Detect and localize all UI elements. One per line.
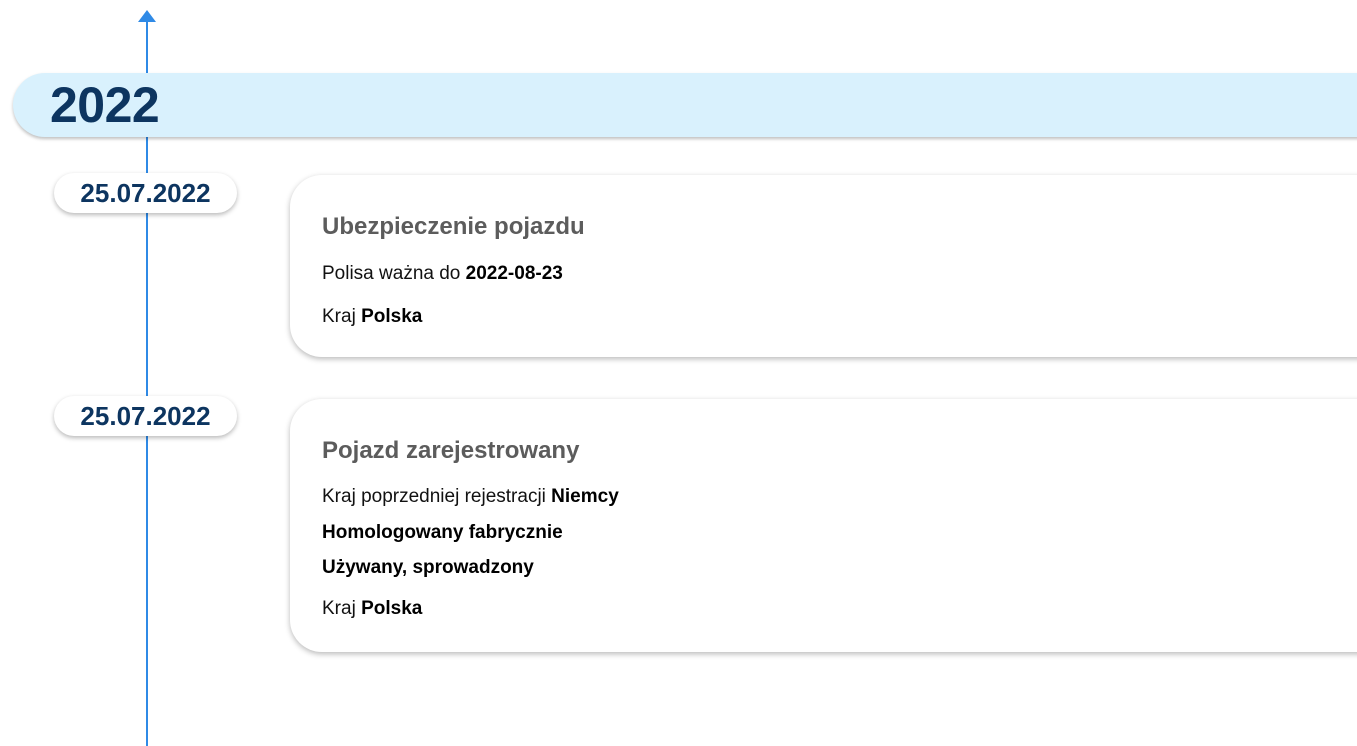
- country-row: Kraj Polska: [322, 598, 422, 620]
- country-label: Kraj: [322, 306, 356, 327]
- event-title: Ubezpieczenie pojazdu: [322, 213, 585, 240]
- country-value: Polska: [361, 598, 423, 619]
- policy-valid-until: Polisa ważna do 2022-08-23: [322, 263, 563, 285]
- event-card-registration[interactable]: Pojazd zarejestrowany Kraj poprzedniej r…: [290, 399, 1357, 652]
- usage-value: Używany, sprowadzony: [322, 557, 534, 578]
- country-row: Kraj Polska: [322, 306, 422, 328]
- policy-label: Polisa ważna do: [322, 263, 461, 284]
- arrow-up-icon: [138, 10, 156, 22]
- country-value: Polska: [361, 306, 423, 327]
- previous-country-label: Kraj poprzedniej rejestracji: [322, 486, 546, 507]
- homologation-row: Homologowany fabrycznie: [322, 522, 563, 544]
- homologation-value: Homologowany fabrycznie: [322, 522, 563, 543]
- event-date-badge: 25.07.2022: [54, 173, 237, 213]
- event-card-insurance[interactable]: Ubezpieczenie pojazdu Polisa ważna do 20…: [290, 175, 1357, 357]
- usage-row: Używany, sprowadzony: [322, 557, 534, 579]
- previous-country-value: Niemcy: [551, 486, 619, 507]
- year-label: 2022: [50, 77, 160, 133]
- previous-registration-country: Kraj poprzedniej rejestracji Niemcy: [322, 486, 619, 508]
- event-title: Pojazd zarejestrowany: [322, 437, 580, 464]
- year-banner: 2022: [13, 73, 1357, 137]
- policy-date: 2022-08-23: [465, 263, 563, 284]
- event-date-badge: 25.07.2022: [54, 396, 237, 436]
- country-label: Kraj: [322, 598, 356, 619]
